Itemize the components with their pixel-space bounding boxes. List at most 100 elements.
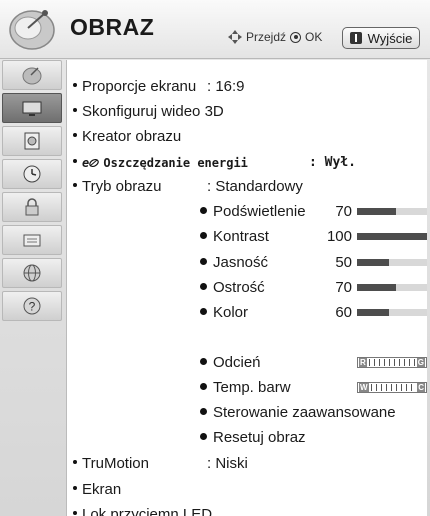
setting-value: 100 bbox=[326, 228, 352, 245]
setting-level-bar[interactable] bbox=[357, 259, 427, 266]
sidebar-item-time[interactable] bbox=[2, 159, 62, 189]
settings-panel: Proporcje ekranu : 16:9 Skonfiguruj wide… bbox=[66, 60, 427, 516]
setting-level-bar[interactable] bbox=[357, 309, 427, 316]
clock-icon bbox=[23, 165, 41, 183]
setting-level-bar[interactable] bbox=[357, 284, 427, 291]
list-item-3d-video[interactable]: Skonfiguruj wideo 3D bbox=[73, 103, 224, 120]
setting-level-fill bbox=[357, 259, 390, 266]
navigate-label: Przejdź bbox=[246, 30, 287, 44]
sidebar-item-picture[interactable] bbox=[2, 93, 62, 123]
list-item-trumotion[interactable]: TruMotion : Niski bbox=[73, 455, 248, 472]
exit-key-icon bbox=[349, 32, 362, 44]
energy-saving-label: Oszczędzanie energii bbox=[103, 156, 248, 170]
reset-picture-label: Resetuj obraz bbox=[213, 429, 306, 446]
satellite-dish-icon bbox=[22, 67, 42, 85]
bullet bbox=[200, 307, 207, 315]
setting-level-bar[interactable] bbox=[357, 233, 427, 240]
aspect-ratio-label: Proporcje ekranu bbox=[82, 78, 197, 95]
color-temp-left-letter: W bbox=[359, 383, 369, 392]
bullet bbox=[73, 183, 77, 188]
setting-row[interactable]: Kontrast 100 bbox=[200, 228, 430, 245]
trumotion-value: : Niski bbox=[207, 455, 248, 472]
setting-level-fill bbox=[357, 284, 397, 291]
exit-button[interactable]: Wyjście bbox=[342, 27, 420, 49]
sidebar-item-sound[interactable] bbox=[2, 126, 62, 156]
exit-label: Wyjście bbox=[367, 30, 413, 46]
picture-mode-value: : Standardowy bbox=[207, 178, 303, 195]
color-temp-label: Temp. barw bbox=[213, 379, 291, 396]
tint-label: Odcień bbox=[213, 354, 261, 371]
lock-icon bbox=[25, 198, 39, 216]
sidebar-item-lock[interactable] bbox=[2, 192, 62, 222]
four-way-arrows-icon bbox=[228, 30, 242, 44]
setting-row[interactable]: Ostrość 70 bbox=[200, 279, 430, 296]
menu-header: OBRAZ Przejdź OK Wyjście bbox=[0, 0, 430, 59]
screen-label: Ekran bbox=[82, 481, 122, 498]
ok-label: OK bbox=[305, 30, 323, 44]
list-item-led-dimming[interactable]: Lok.przyciemn.LED bbox=[73, 506, 212, 516]
setting-value: 50 bbox=[335, 254, 352, 271]
gauge-ticks bbox=[370, 384, 416, 391]
setting-label: Jasność bbox=[213, 254, 269, 271]
picture-menu-screen: OBRAZ Przejdź OK Wyjście ? Proporcje ekr… bbox=[0, 0, 430, 516]
setting-row[interactable]: Kolor 60 bbox=[200, 304, 430, 321]
setting-label: Podświetlenie bbox=[213, 203, 306, 220]
video3d-label: Skonfiguruj wideo 3D bbox=[82, 103, 224, 120]
tint-right-letter: G bbox=[416, 358, 425, 367]
setting-row-color-temp[interactable]: Temp. barw 0 W C bbox=[200, 379, 430, 396]
tint-left-letter: R bbox=[359, 358, 367, 367]
picture-mode-label: Tryb obrazu bbox=[82, 178, 162, 195]
setting-value: 70 bbox=[335, 279, 352, 296]
bullet bbox=[200, 357, 207, 365]
trumotion-label: TruMotion bbox=[82, 455, 149, 472]
tint-gauge[interactable]: R G bbox=[357, 357, 427, 368]
setting-label: Kontrast bbox=[213, 228, 269, 245]
setting-label: Kolor bbox=[213, 304, 249, 321]
aspect-ratio-value: : 16:9 bbox=[207, 78, 245, 95]
list-item-energy-saving[interactable]: e Oszczędzanie energii : Wył. bbox=[73, 154, 356, 171]
bullet bbox=[200, 432, 207, 440]
advanced-control-label: Sterowanie zaawansowane bbox=[213, 404, 396, 421]
bullet bbox=[73, 511, 77, 516]
setting-level-fill bbox=[357, 309, 390, 316]
bullet bbox=[200, 407, 207, 415]
navigation-hint: Przejdź OK bbox=[228, 30, 322, 44]
setting-label: Ostrość bbox=[213, 279, 265, 296]
list-item-screen[interactable]: Ekran bbox=[73, 481, 121, 498]
bullet bbox=[200, 382, 207, 390]
setting-level-fill bbox=[357, 208, 397, 215]
bullet bbox=[73, 133, 77, 138]
help-icon: ? bbox=[23, 297, 41, 315]
setting-row[interactable]: Jasność 50 bbox=[200, 254, 430, 271]
setting-value: 70 bbox=[335, 203, 352, 220]
setting-level-fill bbox=[357, 233, 427, 240]
sidebar-item-network[interactable] bbox=[2, 258, 62, 288]
energy-icon: e bbox=[82, 156, 90, 170]
bullet bbox=[73, 83, 77, 88]
list-item-reset-picture[interactable]: Resetuj obraz bbox=[200, 429, 306, 446]
bullet bbox=[73, 159, 77, 164]
list-item-picture-mode[interactable]: Tryb obrazu : Standardowy bbox=[73, 178, 303, 195]
energy-saving-value: : Wył. bbox=[309, 155, 356, 170]
setting-level-bar[interactable] bbox=[357, 208, 427, 215]
globe-icon bbox=[23, 264, 41, 282]
setting-value: 60 bbox=[335, 304, 352, 321]
bullet bbox=[200, 282, 207, 290]
sidebar-item-support[interactable]: ? bbox=[2, 291, 62, 321]
list-item-advanced-control[interactable]: Sterowanie zaawansowane bbox=[200, 404, 396, 421]
list-item-aspect-ratio[interactable]: Proporcje ekranu : 16:9 bbox=[73, 78, 245, 95]
color-temp-gauge[interactable]: W C bbox=[357, 382, 427, 393]
input-icon bbox=[23, 234, 41, 247]
bullet bbox=[73, 108, 77, 113]
satellite-dish-icon bbox=[9, 10, 55, 50]
page-title: OBRAZ bbox=[70, 14, 155, 40]
bullet bbox=[73, 460, 77, 465]
list-item-picture-wizard[interactable]: Kreator obrazu bbox=[73, 128, 181, 145]
bullet bbox=[200, 231, 207, 239]
sidebar-item-channels[interactable] bbox=[2, 60, 62, 90]
sidebar-item-input[interactable] bbox=[2, 225, 62, 255]
setting-row[interactable]: Podświetlenie 70 bbox=[200, 203, 430, 220]
setting-row-tint[interactable]: Odcień 0 R G bbox=[200, 354, 430, 371]
bullet bbox=[200, 206, 207, 214]
speaker-icon bbox=[24, 132, 40, 150]
